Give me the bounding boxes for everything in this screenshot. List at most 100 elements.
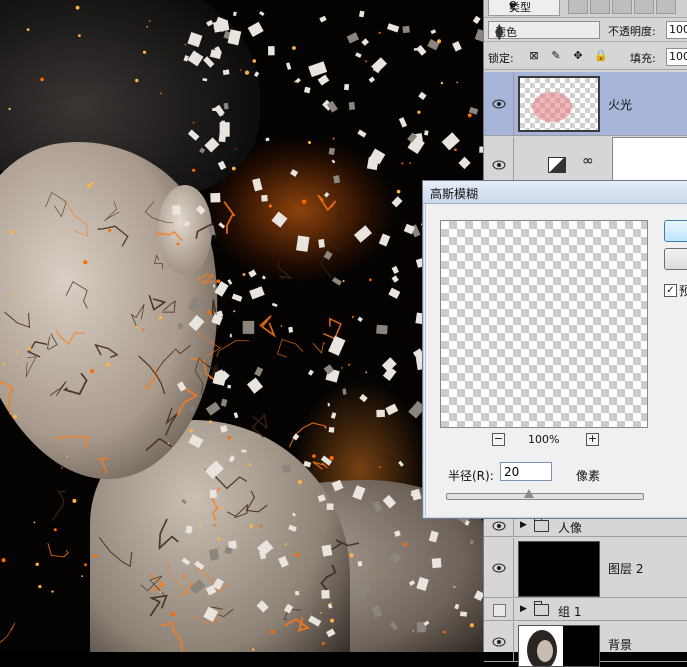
- artwork-ember: [192, 121, 195, 124]
- artwork-fragment: [382, 494, 397, 509]
- dialog-title-bar[interactable]: 高斯模糊: [423, 181, 687, 204]
- artwork-crack: [223, 201, 236, 234]
- cancel-button[interactable]: [664, 248, 687, 270]
- artwork-fragment: [326, 503, 334, 511]
- expand-triangle-icon[interactable]: ▶: [520, 520, 527, 530]
- artwork-fragment: [330, 412, 337, 419]
- visibility-toggle[interactable]: [484, 622, 514, 661]
- artwork-fragment: [228, 455, 236, 463]
- blend-mode-select[interactable]: 滤色 ▲ ▼: [488, 21, 600, 41]
- artwork-crack: [97, 225, 129, 247]
- artwork-ember: [292, 46, 296, 50]
- radius-slider[interactable]: [446, 489, 644, 500]
- artwork-crack: [47, 333, 58, 350]
- artwork-fragment: [261, 194, 268, 202]
- artwork-crack: [0, 380, 14, 415]
- artwork-crack: [161, 622, 184, 652]
- artwork-ember: [81, 575, 83, 578]
- layer-row-huoguang[interactable]: 火光: [484, 72, 687, 136]
- visibility-toggle[interactable]: [484, 72, 514, 135]
- artwork-fragment: [291, 512, 297, 517]
- visibility-toggle[interactable]: [484, 538, 514, 597]
- artwork-fragment: [368, 76, 376, 83]
- artwork-ember: [284, 543, 287, 546]
- slider-thumb[interactable]: [524, 489, 535, 498]
- artwork-fragment: [394, 530, 401, 537]
- artwork-fragment: [189, 579, 206, 595]
- artwork-ember: [66, 455, 69, 458]
- move-icon[interactable]: ✥: [572, 50, 584, 62]
- artwork-fragment: [214, 281, 229, 297]
- blend-row: 滤色 ▲ ▼ 不透明度: 100: [484, 18, 687, 42]
- artwork-ember: [159, 590, 162, 594]
- artwork-fragment: [343, 83, 350, 91]
- artwork-crack: [259, 315, 276, 338]
- expand-triangle-icon[interactable]: ▶: [520, 604, 527, 614]
- artwork-crack: [320, 564, 337, 594]
- artwork-fragment: [357, 561, 363, 567]
- layer-filter-select[interactable]: ⚲ 类型 ▾: [488, 0, 560, 16]
- artwork-crack: [196, 273, 215, 285]
- artwork-ember: [1, 558, 6, 563]
- artwork-fragment: [371, 57, 388, 73]
- artwork-fragment: [227, 279, 233, 285]
- dialog-body: − 100% + 半径(R): 像素 ✓ 预: [425, 204, 687, 516]
- artwork-fragment: [188, 314, 205, 332]
- artwork-fragment: [187, 50, 204, 67]
- filter-smart-button[interactable]: [656, 0, 676, 14]
- artwork-ember: [308, 141, 311, 144]
- filter-pixel-button[interactable]: [568, 0, 588, 14]
- brush-icon[interactable]: ✎: [550, 50, 562, 62]
- artwork-fragment: [183, 55, 189, 62]
- artwork-fragment: [172, 205, 182, 216]
- zoom-out-icon[interactable]: −: [492, 433, 505, 446]
- zoom-in-icon[interactable]: +: [586, 433, 599, 446]
- artwork-ember: [329, 602, 332, 605]
- lock-icon[interactable]: 🔒: [594, 50, 608, 62]
- filter-shape-button[interactable]: [634, 0, 654, 14]
- artwork-fragment: [441, 132, 460, 151]
- layer-row-layer2[interactable]: 图层 2: [484, 538, 687, 598]
- artwork-ember: [217, 537, 221, 541]
- artwork-fragment: [388, 287, 401, 299]
- filter-text-button[interactable]: [612, 0, 632, 14]
- artwork-fragment: [256, 539, 274, 556]
- preview-checkbox[interactable]: ✓: [664, 284, 677, 297]
- fill-input[interactable]: 100: [666, 48, 687, 66]
- artwork-fragment: [346, 32, 360, 44]
- artwork-ember: [2, 362, 6, 366]
- artwork-ember: [295, 552, 300, 557]
- artwork-crack: [130, 304, 145, 327]
- layer-name: 火光: [608, 98, 633, 112]
- artwork-fragment: [203, 56, 215, 68]
- artwork-fragment: [331, 276, 342, 286]
- artwork-fragment: [205, 401, 221, 416]
- blur-preview[interactable]: [440, 220, 648, 428]
- artwork-ember: [324, 426, 327, 429]
- folder-icon: [534, 517, 549, 532]
- visibility-toggle[interactable]: [484, 599, 514, 620]
- artwork-fragment: [318, 239, 325, 248]
- artwork-fragment: [285, 62, 292, 70]
- artwork-fragment: [188, 434, 204, 449]
- lock-transparent-icon[interactable]: ⊠: [528, 50, 540, 62]
- layer-row-group1[interactable]: ▶ 组 1: [484, 599, 687, 621]
- artwork-fragment: [283, 603, 294, 614]
- artwork-crack: [330, 211, 342, 237]
- layer-row-background[interactable]: 背景: [484, 622, 687, 667]
- artwork-fragment: [290, 169, 299, 177]
- filter-adjustment-button[interactable]: [590, 0, 610, 14]
- artwork-ember: [108, 228, 112, 232]
- chain-link-icon[interactable]: ∞: [582, 153, 594, 169]
- opacity-input[interactable]: 100: [666, 21, 687, 39]
- artwork-fragment: [218, 134, 226, 143]
- artwork-ember: [209, 420, 212, 424]
- artwork-fragment: [308, 61, 328, 78]
- artwork-fragment: [254, 366, 264, 377]
- artwork-ember: [332, 137, 335, 140]
- document-canvas[interactable]: [0, 0, 483, 652]
- ok-button[interactable]: [664, 220, 687, 242]
- artwork-fragment: [378, 233, 391, 247]
- radius-input[interactable]: [500, 462, 552, 481]
- artwork-fragment: [372, 501, 383, 513]
